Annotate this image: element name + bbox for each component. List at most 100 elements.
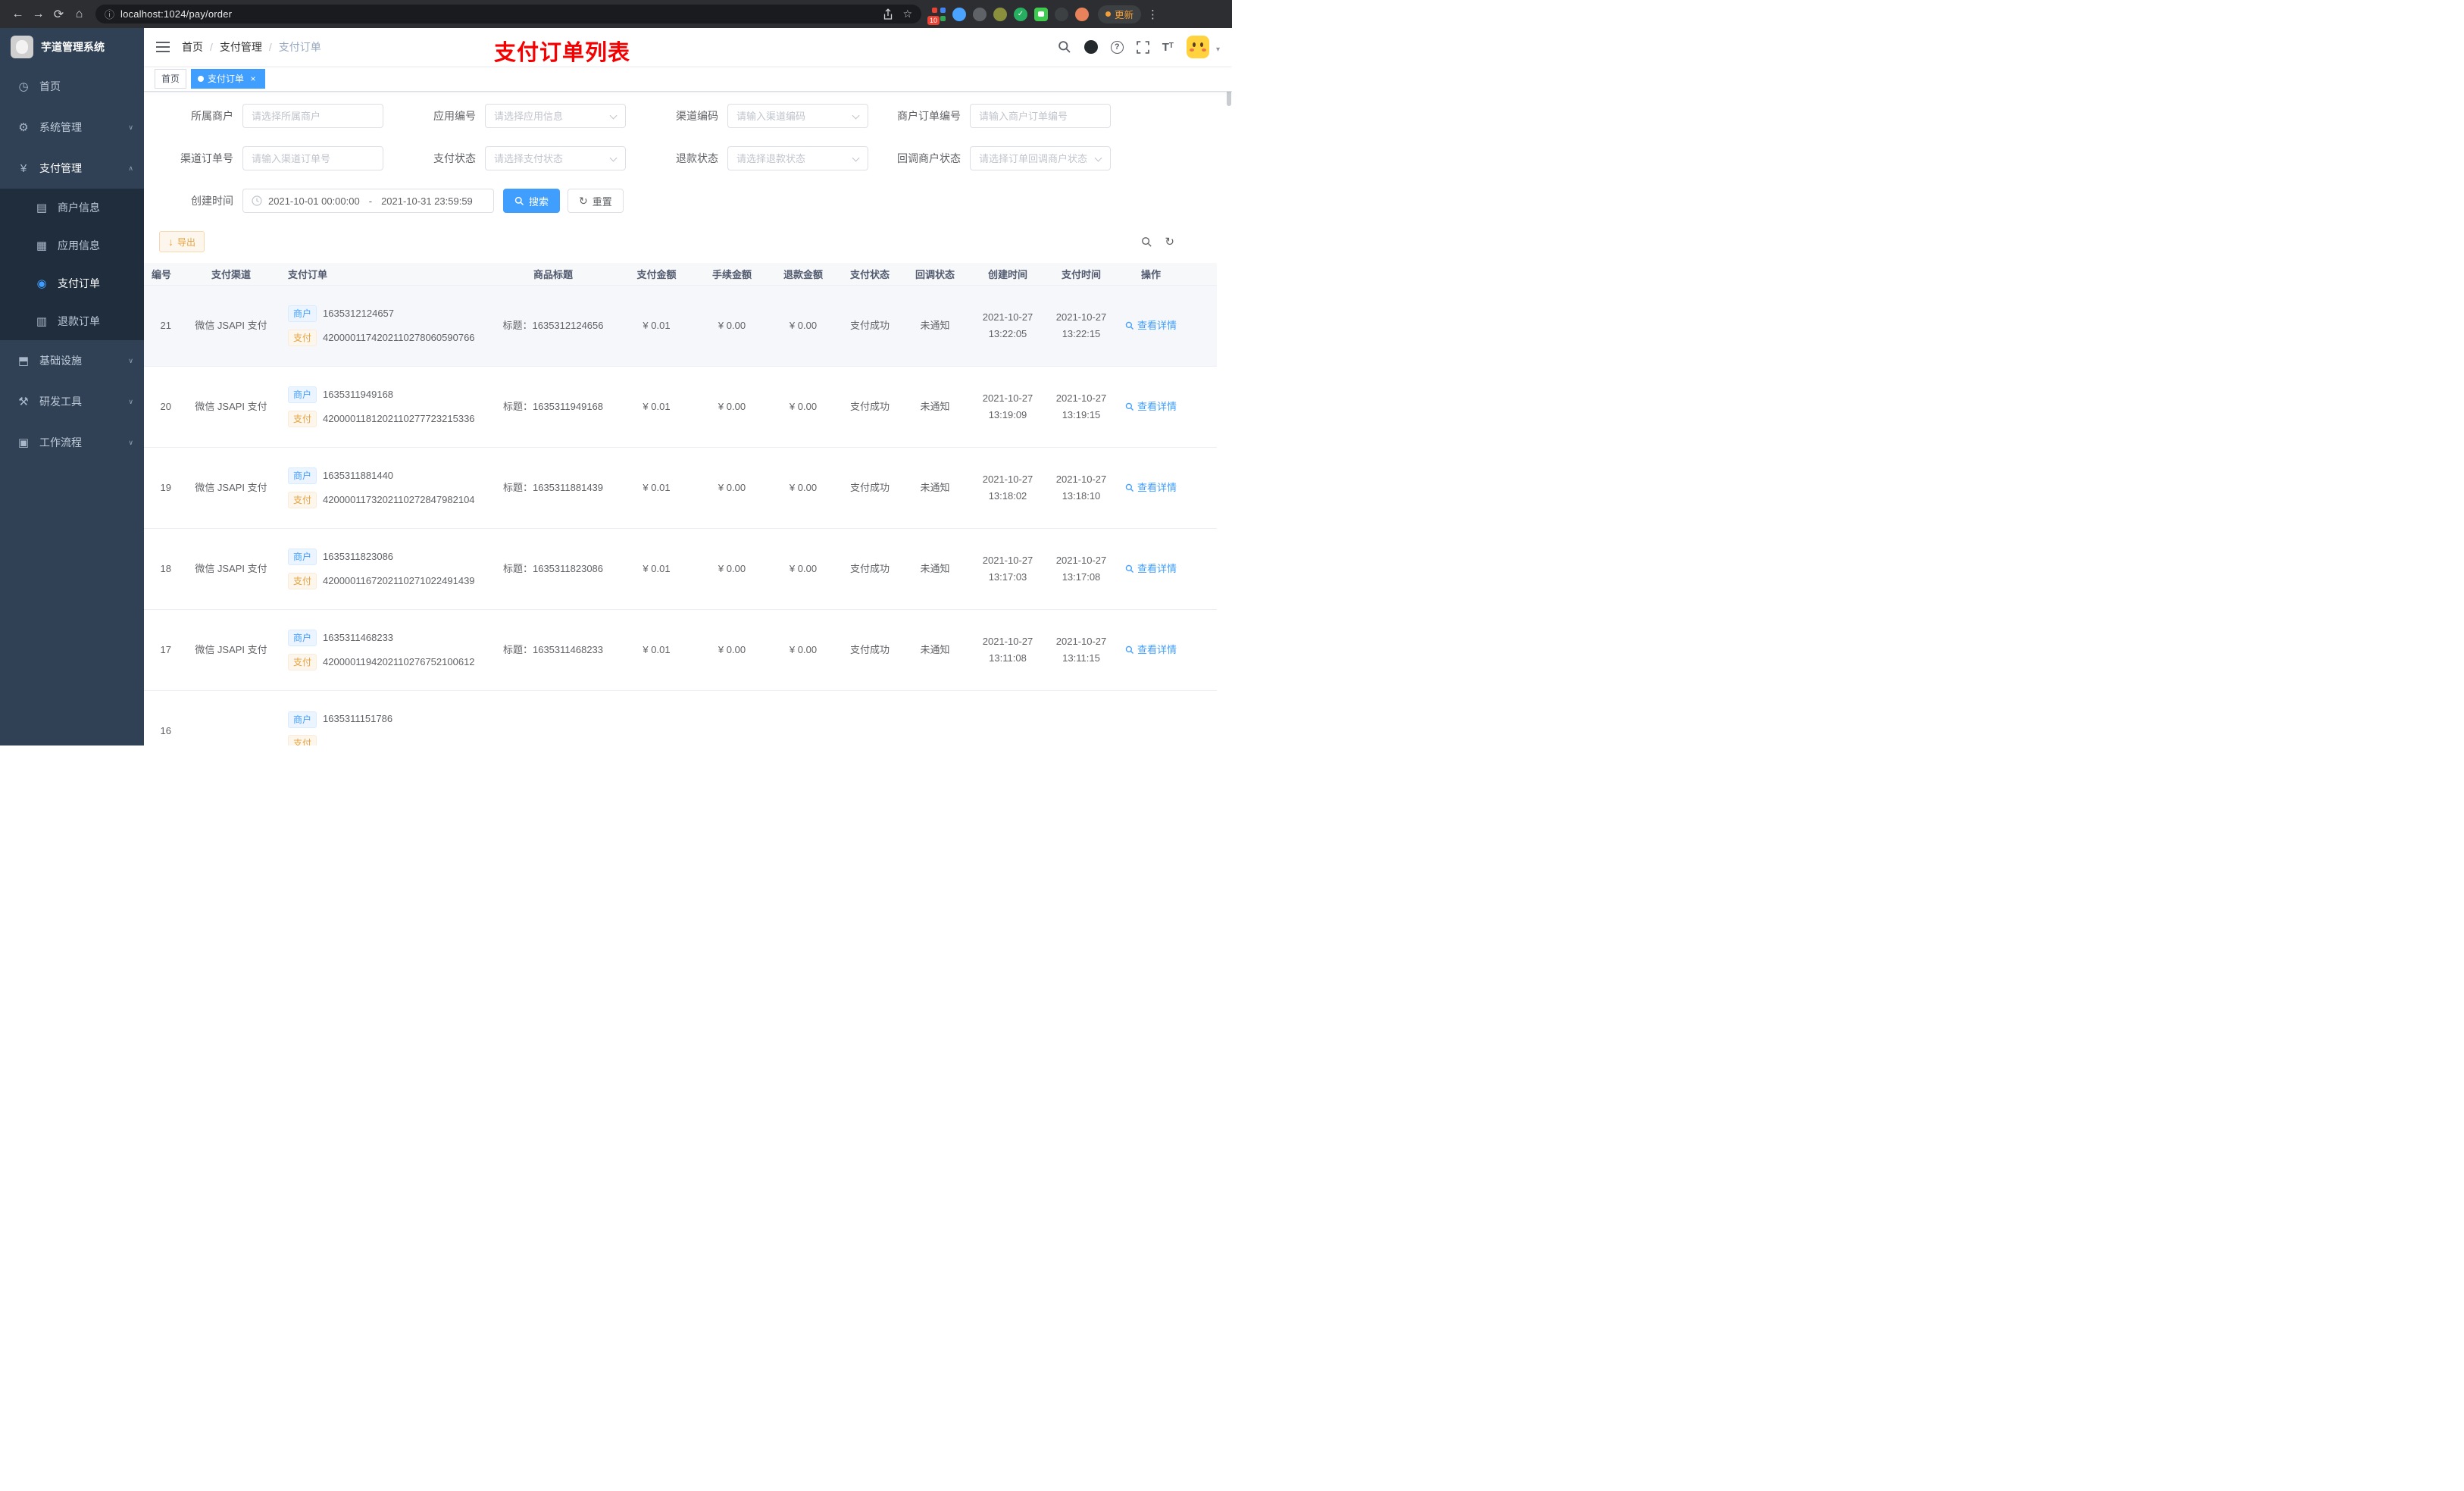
refresh-table-icon[interactable]: ↻ <box>1165 235 1174 248</box>
cell-fee: ¥ 0.00 <box>718 400 746 412</box>
close-icon[interactable]: × <box>248 73 258 84</box>
table-row[interactable]: 20 微信 JSAPI 支付 商户 1635311949168 支付 4200001… <box>144 367 1217 448</box>
browser-menu-icon[interactable]: ⋮ <box>1147 8 1159 21</box>
pay-status-select[interactable] <box>485 146 626 170</box>
sidebar-item-pay-order[interactable]: ◉ 支付订单 <box>0 264 144 302</box>
date-range-picker[interactable]: 2021-10-01 00:00:00 - 2021-10-31 23:59:5… <box>242 189 494 213</box>
browser-reload-icon[interactable]: ⟳ <box>48 4 69 24</box>
browser-forward-icon[interactable]: → <box>28 4 48 24</box>
sidebar-item-workflow[interactable]: ▣ 工作流程 ∨ <box>0 422 144 463</box>
sidebar-item-system[interactable]: ⚙ 系统管理 ∨ <box>0 107 144 148</box>
merchant-order-no-input[interactable] <box>970 104 1111 128</box>
date-start: 2021-10-01 00:00:00 <box>268 195 360 207</box>
extension-blue-icon[interactable] <box>952 7 966 21</box>
tab-home[interactable]: 首页 <box>155 68 187 89</box>
cell-action: 查看详情 <box>1115 286 1187 366</box>
merchant-input[interactable] <box>242 104 383 128</box>
tab-groups-icon[interactable]: 10 <box>927 7 946 25</box>
search-button[interactable]: 搜索 <box>503 189 561 213</box>
merchant-order-no-input-field[interactable] <box>979 110 1102 122</box>
view-detail-link[interactable]: 查看详情 <box>1125 561 1177 577</box>
sidebar-item-merchant-info[interactable]: ▤ 商户信息 <box>0 189 144 227</box>
extension-olive-icon[interactable] <box>993 7 1007 21</box>
avatar-caret-icon[interactable]: ▾ <box>1216 45 1220 54</box>
github-icon[interactable] <box>1083 40 1098 54</box>
font-size-icon[interactable]: TT <box>1162 41 1174 54</box>
col-pay-order: 支付订单 <box>288 269 328 280</box>
extension-chat-icon[interactable] <box>1034 7 1048 21</box>
sidebar-item-dev-tools[interactable]: ⚒ 研发工具 ∨ <box>0 381 144 422</box>
sidebar-item-label: 基础设施 <box>39 355 82 367</box>
cell-refund: ¥ 0.00 <box>789 562 818 574</box>
table-row[interactable]: 19 微信 JSAPI 支付 商户 1635311881440 支付 4200001… <box>144 448 1217 529</box>
view-detail-link[interactable]: 查看详情 <box>1125 317 1177 334</box>
sidebar-item-home[interactable]: ◷ 首页 <box>0 66 144 107</box>
export-button[interactable]: ↓ 导出 <box>159 231 205 252</box>
app-logo[interactable]: 芋道管理系统 <box>0 28 144 66</box>
breadcrumb-payment[interactable]: 支付管理 <box>220 39 262 55</box>
cell-status: 支付成功 <box>849 319 890 331</box>
sidebar-item-refund-order[interactable]: ▥ 退款订单 <box>0 302 144 340</box>
refund-status-select-field[interactable] <box>736 152 859 164</box>
tab-pay-order[interactable]: 支付订单 × <box>191 68 266 89</box>
pay-status-select-field[interactable] <box>494 152 617 164</box>
browser-update-button[interactable]: 更新 <box>1098 5 1142 23</box>
table-row[interactable]: 21 微信 JSAPI 支付 商户 1635312124657 支付 4200001… <box>144 286 1217 367</box>
tags-view: 首页 支付订单 × <box>144 66 1232 92</box>
sidebar-item-app-info[interactable]: ▦ 应用信息 <box>0 227 144 264</box>
search-icon[interactable] <box>1058 40 1071 54</box>
sidebar-item-infrastructure[interactable]: ⬒ 基础设施 ∨ <box>0 340 144 381</box>
breadcrumb-home[interactable]: 首页 <box>182 39 203 55</box>
table-body: 21 微信 JSAPI 支付 商户 1635312124657 支付 4200001… <box>144 286 1217 746</box>
channel-code-select-field[interactable] <box>736 110 859 122</box>
filter-row-2: 渠道订单号 支付状态 退款状态 <box>159 146 1217 170</box>
cell-title: 标题：1635312124656 <box>502 319 604 331</box>
site-info-icon[interactable]: ⓘ <box>105 7 114 21</box>
bookmark-star-icon[interactable]: ☆ <box>902 8 912 20</box>
grid-icon: ▦ <box>36 239 48 252</box>
browser-extensions: 10 ✓ <box>927 7 1089 25</box>
reset-button[interactable]: ↻ 重置 <box>568 189 624 213</box>
user-avatar[interactable] <box>1186 36 1209 58</box>
extension-gray-icon[interactable] <box>973 7 987 21</box>
extension-check-icon[interactable]: ✓ <box>1014 7 1027 21</box>
merchant-tag: 商户 <box>288 549 317 566</box>
fullscreen-icon[interactable] <box>1136 40 1149 54</box>
cell-pay-order: 商户 1635311949168 支付 4200001181202110277723… <box>280 367 489 447</box>
breadcrumb-separator: / <box>210 41 213 53</box>
table-row[interactable]: 16 商户 1635311151786 支付 <box>144 691 1217 746</box>
app-id-select[interactable] <box>485 104 626 128</box>
cell-pay-order: 商户 1635311823086 支付 4200001167202110271022… <box>280 529 489 609</box>
table-header: 编号 支付渠道 支付订单 商品标题 支付金额 手续金额 退款金额 支付状态 回调… <box>144 263 1217 286</box>
channel-order-no-input[interactable] <box>242 146 383 170</box>
view-detail-link[interactable]: 查看详情 <box>1125 480 1177 496</box>
browser-profile-avatar[interactable] <box>1075 7 1089 21</box>
view-detail-link[interactable]: 查看详情 <box>1125 642 1177 658</box>
browser-home-icon[interactable]: ⌂ <box>69 4 89 24</box>
field-label: 应用编号 <box>433 110 476 122</box>
col-create-time: 创建时间 <box>987 269 1027 280</box>
sidebar-item-payment[interactable]: ¥ 支付管理 ∧ <box>0 148 144 189</box>
help-icon[interactable]: ? <box>1110 40 1124 54</box>
notify-status-select[interactable] <box>970 146 1111 170</box>
toggle-search-icon[interactable] <box>1141 236 1152 248</box>
channel-order-no-input-field[interactable] <box>252 152 374 164</box>
tab-label: 首页 <box>161 73 180 84</box>
table-row[interactable]: 18 微信 JSAPI 支付 商户 1635311823086 支付 4200001… <box>144 529 1217 610</box>
table-row[interactable]: 17 微信 JSAPI 支付 商户 1635311468233 支付 4200001… <box>144 610 1217 691</box>
address-bar[interactable]: ⓘ localhost:1024/pay/order ☆ <box>95 5 921 23</box>
hamburger-icon[interactable] <box>156 42 170 52</box>
refund-status-select[interactable] <box>727 146 868 170</box>
app-id-select-field[interactable] <box>494 110 617 122</box>
merchant-input-field[interactable] <box>252 110 374 122</box>
merchant-tag: 商户 <box>288 467 317 485</box>
notify-status-select-field[interactable] <box>979 152 1102 164</box>
view-detail-link[interactable]: 查看详情 <box>1125 399 1177 415</box>
cell-action: 查看详情 <box>1115 610 1187 690</box>
share-icon[interactable] <box>883 8 893 20</box>
channel-code-select[interactable] <box>727 104 868 128</box>
merchant-tag: 商户 <box>288 305 317 323</box>
extension-puzzle-icon[interactable] <box>1055 7 1068 21</box>
cell-fee: ¥ 0.00 <box>718 643 746 655</box>
browser-back-icon[interactable]: ← <box>8 4 28 24</box>
